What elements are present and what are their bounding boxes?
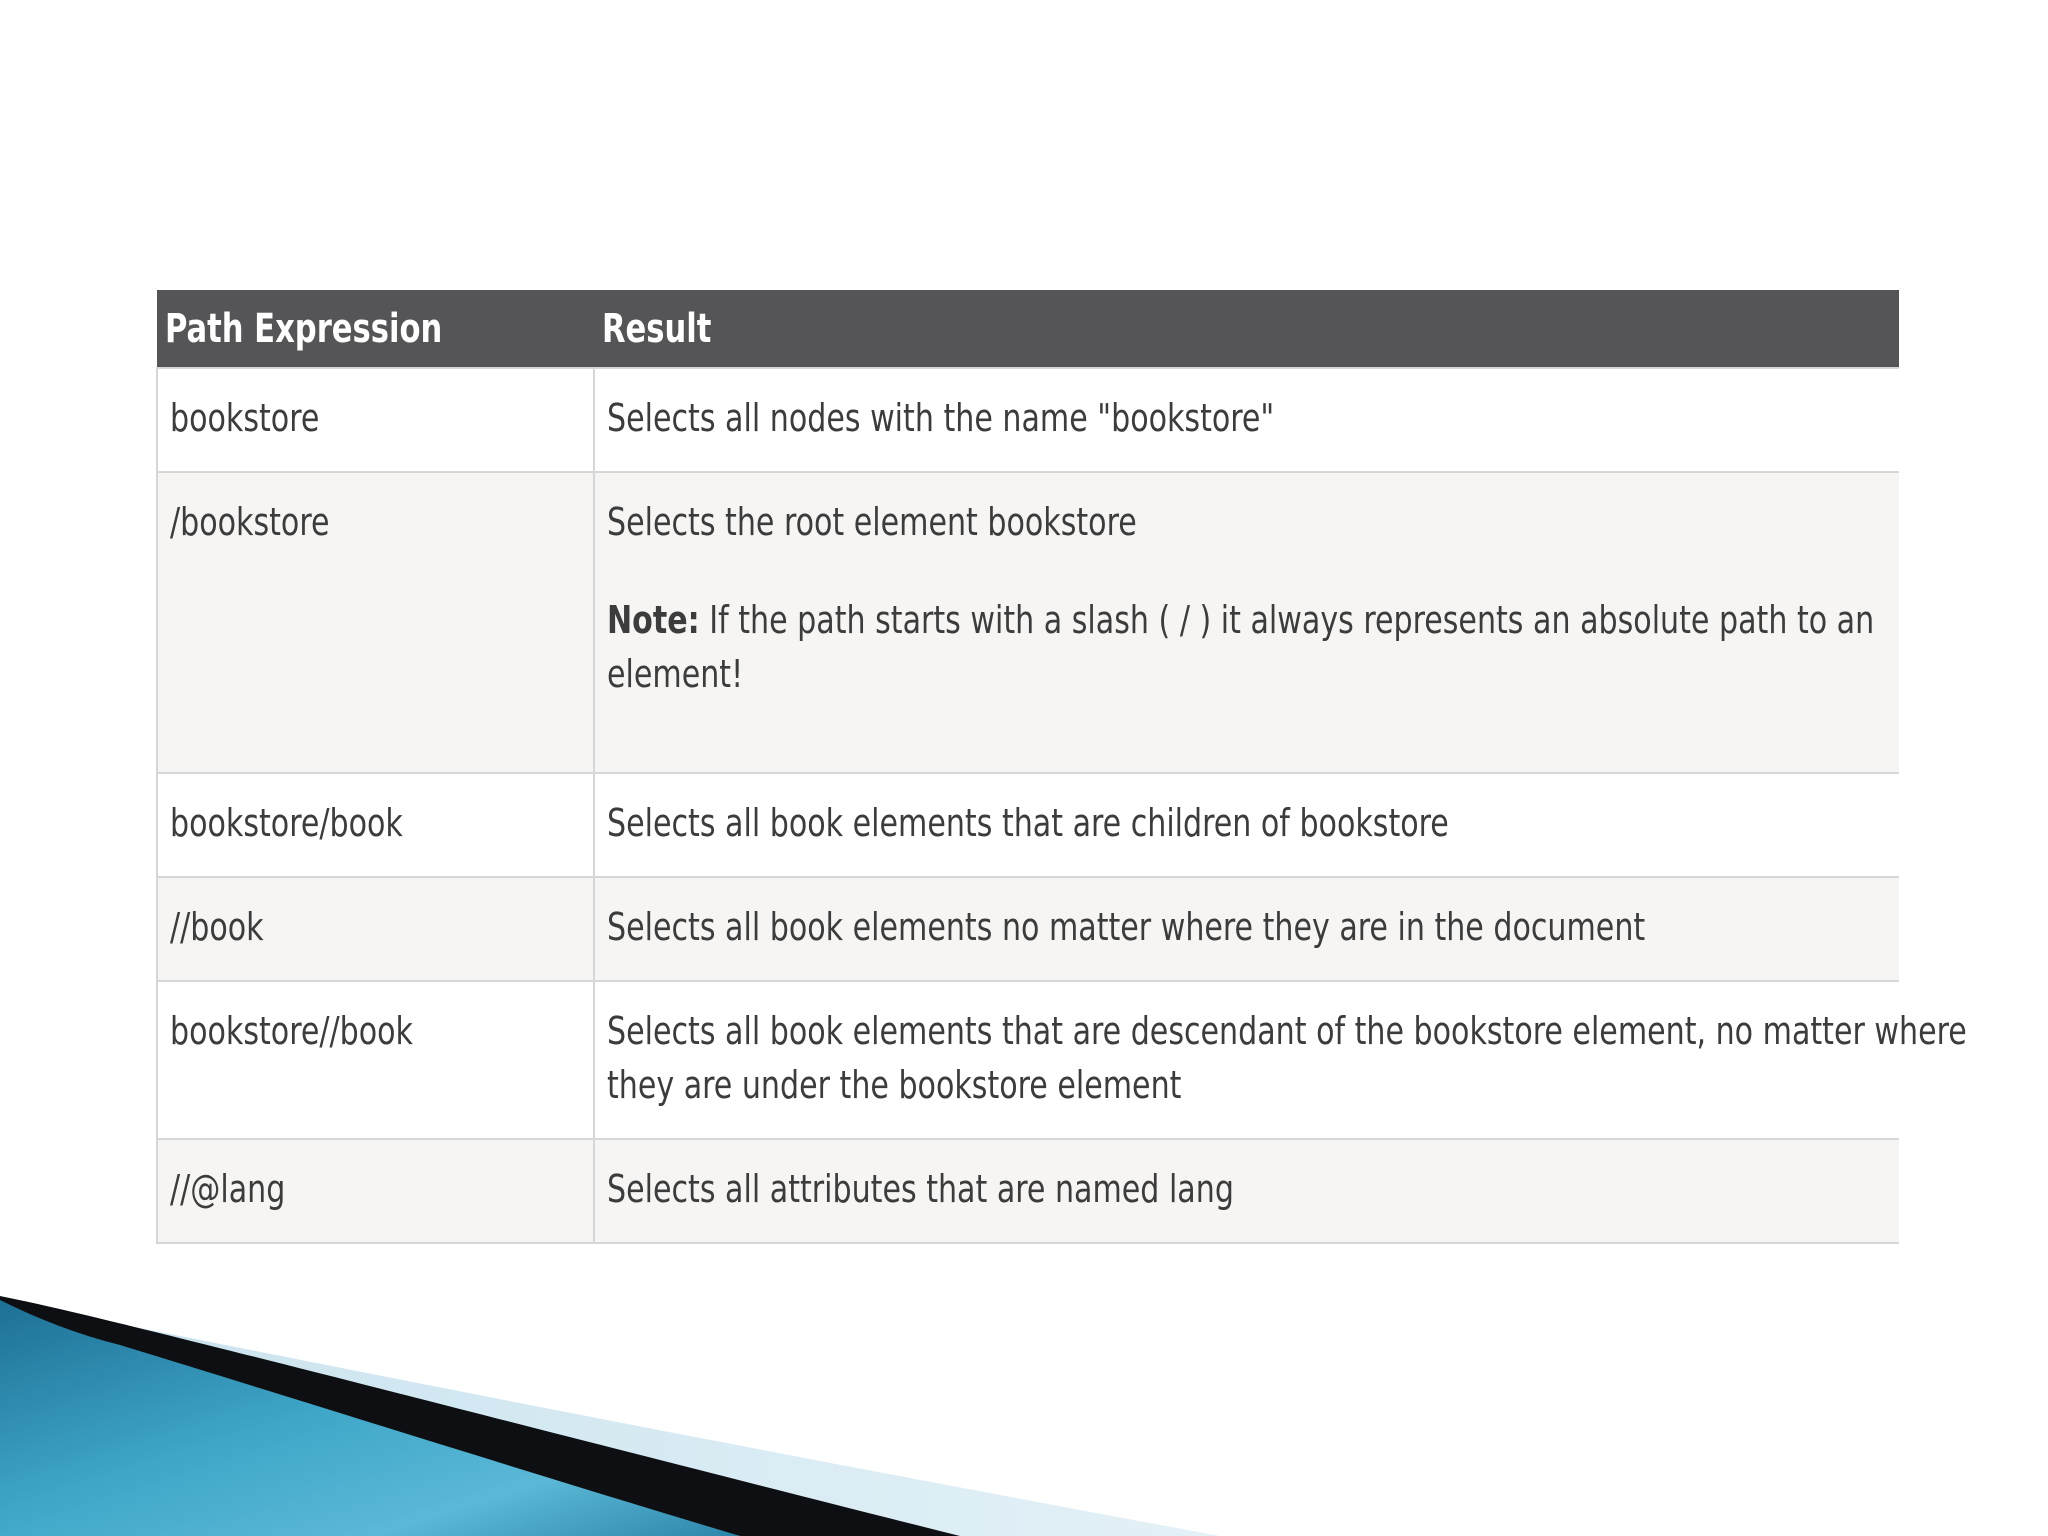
- slide-swoosh-decoration: [0, 1296, 1220, 1536]
- slide: Path Expression Result bookstore Selects…: [0, 0, 2048, 1536]
